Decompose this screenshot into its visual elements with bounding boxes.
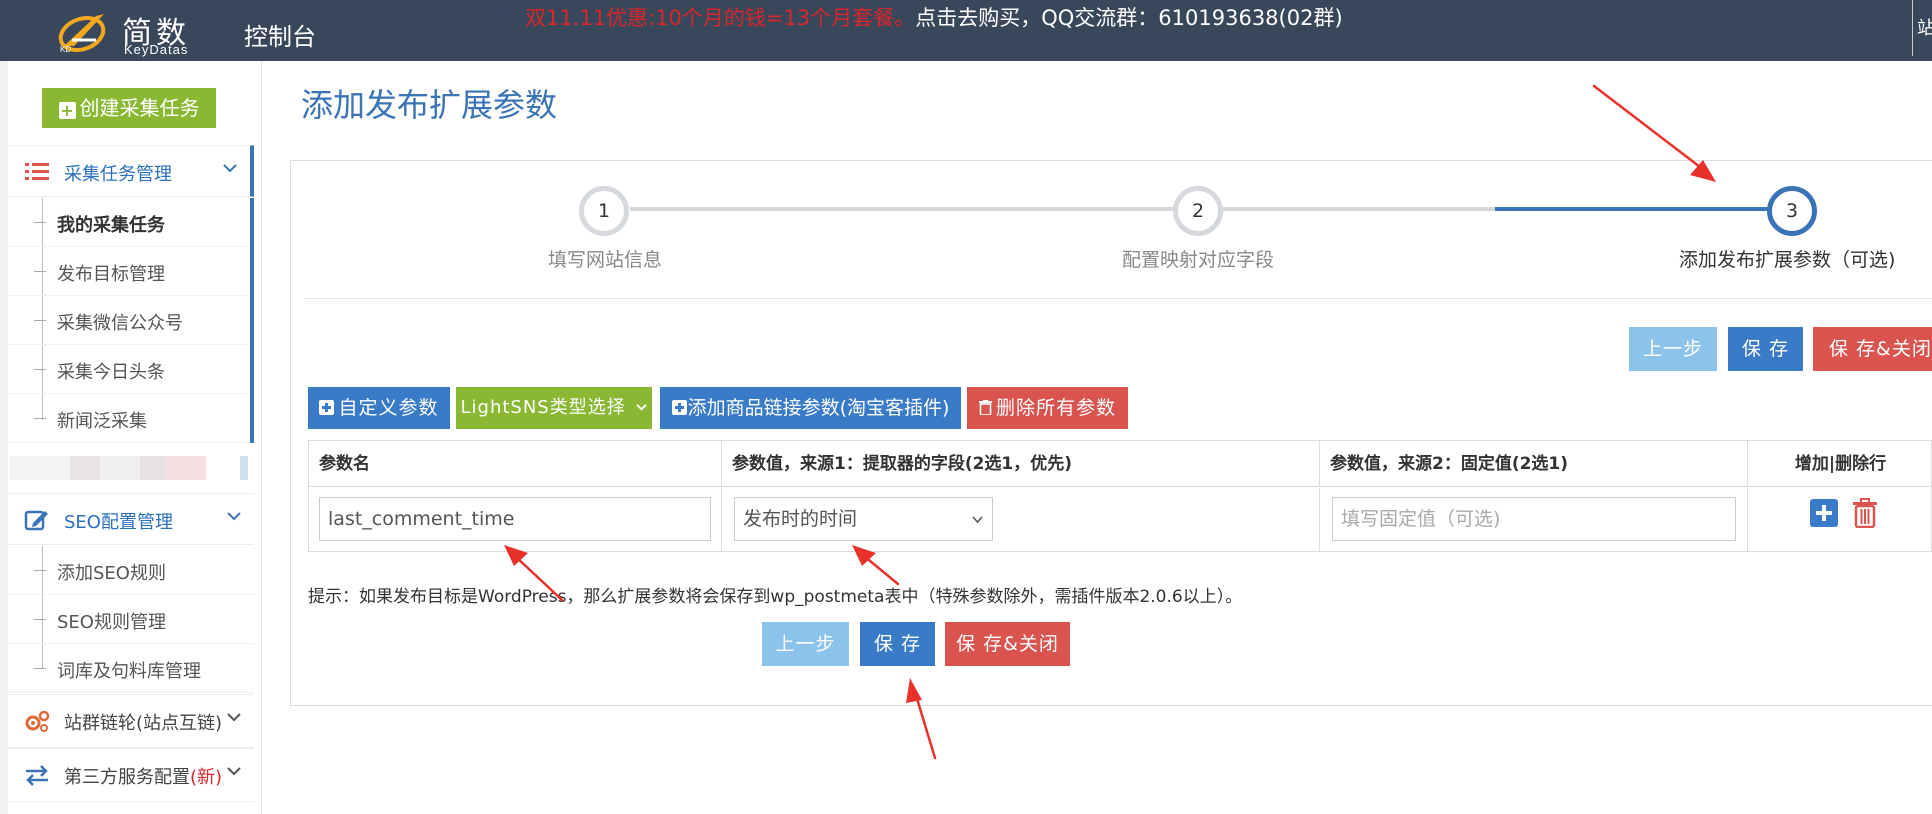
plus-square-icon — [319, 400, 335, 415]
sidebar-item-lexicon[interactable]: 词库及句料库管理 — [8, 644, 254, 693]
edit-icon — [24, 510, 48, 531]
save-close-button-top[interactable]: 保 存&关闭 — [1813, 327, 1932, 371]
thirdparty-label: 第三方服务配置 — [64, 767, 190, 788]
sidebar-item-label: 采集今日头条 — [57, 362, 165, 383]
add-row-icon[interactable] — [1810, 499, 1838, 527]
sidebar-section-seo[interactable]: SEO配置管理 — [8, 493, 254, 545]
blurred-sidebar-item — [10, 452, 250, 488]
sidebar-subnav-seo: 添加SEO规则 SEO规则管理 词库及句料库管理 — [8, 546, 254, 693]
step-3-label: 添加发布扩展参数（可选) — [1679, 249, 1896, 271]
step-1-label: 填写网站信息 — [548, 249, 663, 271]
sidebar-item-my-tasks[interactable]: 我的采集任务 — [8, 198, 250, 247]
save-close-button-bottom[interactable]: 保 存&关闭 — [945, 622, 1070, 666]
source2-fixed-value-input[interactable]: 填写固定值（可选) — [1332, 497, 1736, 541]
col-header-source2: 参数值，来源2：固定值(2选1) — [1320, 441, 1748, 487]
promo-offer[interactable]: 双11.11优惠:10个月的钱=13个月套餐。 — [525, 6, 915, 30]
sidebar-item-news[interactable]: 新闻泛采集 — [8, 394, 250, 443]
custom-param-button[interactable]: 自定义参数 — [308, 387, 450, 429]
sidebar-subnav-tasks: 我的采集任务 发布目标管理 采集微信公众号 采集今日头条 新闻泛采集 — [8, 198, 254, 443]
sidebar-section-label: SEO配置管理 — [64, 512, 173, 533]
sidebar-item-wechat[interactable]: 采集微信公众号 — [8, 296, 250, 345]
lightsns-label: LightSNS类型选择 — [460, 397, 626, 418]
source1-select[interactable]: 发布时的时间 — [734, 497, 993, 541]
sidebar-item-toutiao[interactable]: 采集今日头条 — [8, 345, 250, 394]
create-task-button[interactable]: + 创建采集任务 — [42, 88, 216, 128]
top-bar: KD 简数 KeyDatas 控制台 双11.11优惠:10个月的钱=13个月套… — [0, 0, 1932, 61]
content-card — [290, 160, 1932, 706]
taobao-label: 添加商品链接参数(淘宝客插件) — [687, 397, 950, 419]
sidebar-item-add-seo[interactable]: 添加SEO规则 — [8, 546, 254, 595]
sidebar-item-label: 添加SEO规则 — [57, 563, 166, 584]
wordpress-hint: 提示：如果发布目标是WordPress，那么扩展参数将会保存到wp_postme… — [308, 587, 1243, 607]
sidebar-section-thirdparty[interactable]: 第三方服务配置(新) — [8, 748, 254, 802]
save-button-bottom[interactable]: 保 存 — [860, 622, 935, 666]
logo[interactable]: KD 简数 KeyDatas — [56, 6, 216, 57]
step-2-label: 配置映射对应字段 — [1122, 249, 1275, 271]
trash-icon[interactable] — [1852, 498, 1878, 528]
sidebar-item-label: 发布目标管理 — [57, 264, 165, 285]
stepper-divider — [305, 298, 1932, 299]
list-icon — [25, 163, 49, 180]
sidebar-item-seo-rules[interactable]: SEO规则管理 — [8, 595, 254, 644]
page-title: 添加发布扩展参数 — [301, 86, 558, 124]
sidebar-item-label: 采集微信公众号 — [57, 313, 183, 334]
step-1-circle: 1 — [579, 186, 629, 236]
step-3-circle: 3 — [1767, 186, 1817, 236]
sidebar-item-label: 我的采集任务 — [57, 215, 165, 236]
user-menu-edge[interactable]: 站 — [1912, 0, 1932, 56]
source1-selected-value: 发布时的时间 — [743, 508, 858, 530]
promo-banner[interactable]: 双11.11优惠:10个月的钱=13个月套餐。点击去购买，QQ交流群：61019… — [525, 2, 1343, 32]
chevron-down-icon — [227, 512, 241, 521]
promo-link[interactable]: 点击去购买，QQ交流群：610193638(02群) — [915, 6, 1342, 30]
gears-icon — [25, 710, 50, 732]
col-header-actions: 增加|删除行 — [1748, 441, 1932, 487]
trash-icon — [978, 400, 992, 416]
param-name-input[interactable]: last_comment_time — [319, 497, 711, 541]
lightsns-type-dropdown[interactable]: LightSNS类型选择 — [456, 387, 652, 429]
delete-all-params-button[interactable]: 删除所有参数 — [967, 387, 1128, 429]
chevron-down-icon — [223, 164, 237, 173]
console-title[interactable]: 控制台 — [244, 17, 316, 52]
exchange-icon — [26, 765, 48, 786]
svg-text:KD: KD — [60, 45, 71, 54]
custom-param-label: 自定义参数 — [338, 397, 439, 419]
chevron-down-icon — [636, 404, 648, 411]
user-menu-char: 站 — [1917, 18, 1932, 39]
sidebar-item-label: 新闻泛采集 — [57, 411, 147, 432]
plus-square-icon: + — [58, 101, 76, 120]
new-badge: (新) — [190, 767, 223, 788]
annotation-arrow-line — [1592, 84, 1706, 172]
sidebar-section-tasks[interactable]: 采集任务管理 — [8, 145, 254, 197]
sidebar-section-label: 采集任务管理 — [64, 164, 172, 185]
col-header-param-name: 参数名 — [309, 441, 722, 487]
step-2-circle: 2 — [1173, 186, 1223, 236]
sidebar-section-label: 第三方服务配置(新) — [64, 763, 222, 789]
chevron-down-icon — [972, 516, 983, 524]
logo-subtext: KeyDatas — [124, 42, 189, 57]
sidebar-item-publish-targets[interactable]: 发布目标管理 — [8, 247, 250, 296]
save-button-top[interactable]: 保 存 — [1728, 327, 1803, 371]
logo-icon: KD — [58, 14, 106, 54]
prev-button-bottom[interactable]: 上一步 — [762, 622, 849, 666]
col-header-source1: 参数值，来源1：提取器的字段(2选1，优先) — [722, 441, 1320, 487]
plus-square-icon — [671, 400, 687, 415]
sidebar-item-label: 词库及句料库管理 — [57, 661, 201, 682]
chevron-down-icon — [227, 713, 241, 722]
chevron-down-icon — [227, 767, 241, 776]
delete-all-label: 删除所有参数 — [995, 397, 1116, 419]
sidebar-item-label: SEO规则管理 — [57, 612, 166, 633]
sidebar-section-label: 站群链轮(站点互链) — [64, 713, 223, 734]
sidebar-section-sitelink[interactable]: 站群链轮(站点互链) — [8, 694, 254, 748]
create-task-label: 创建采集任务 — [79, 96, 200, 120]
prev-button-top[interactable]: 上一步 — [1629, 327, 1717, 371]
sidebar-edge — [0, 61, 8, 814]
taobao-link-param-button[interactable]: 添加商品链接参数(淘宝客插件) — [660, 387, 961, 429]
stepper-progress — [1495, 207, 1795, 211]
